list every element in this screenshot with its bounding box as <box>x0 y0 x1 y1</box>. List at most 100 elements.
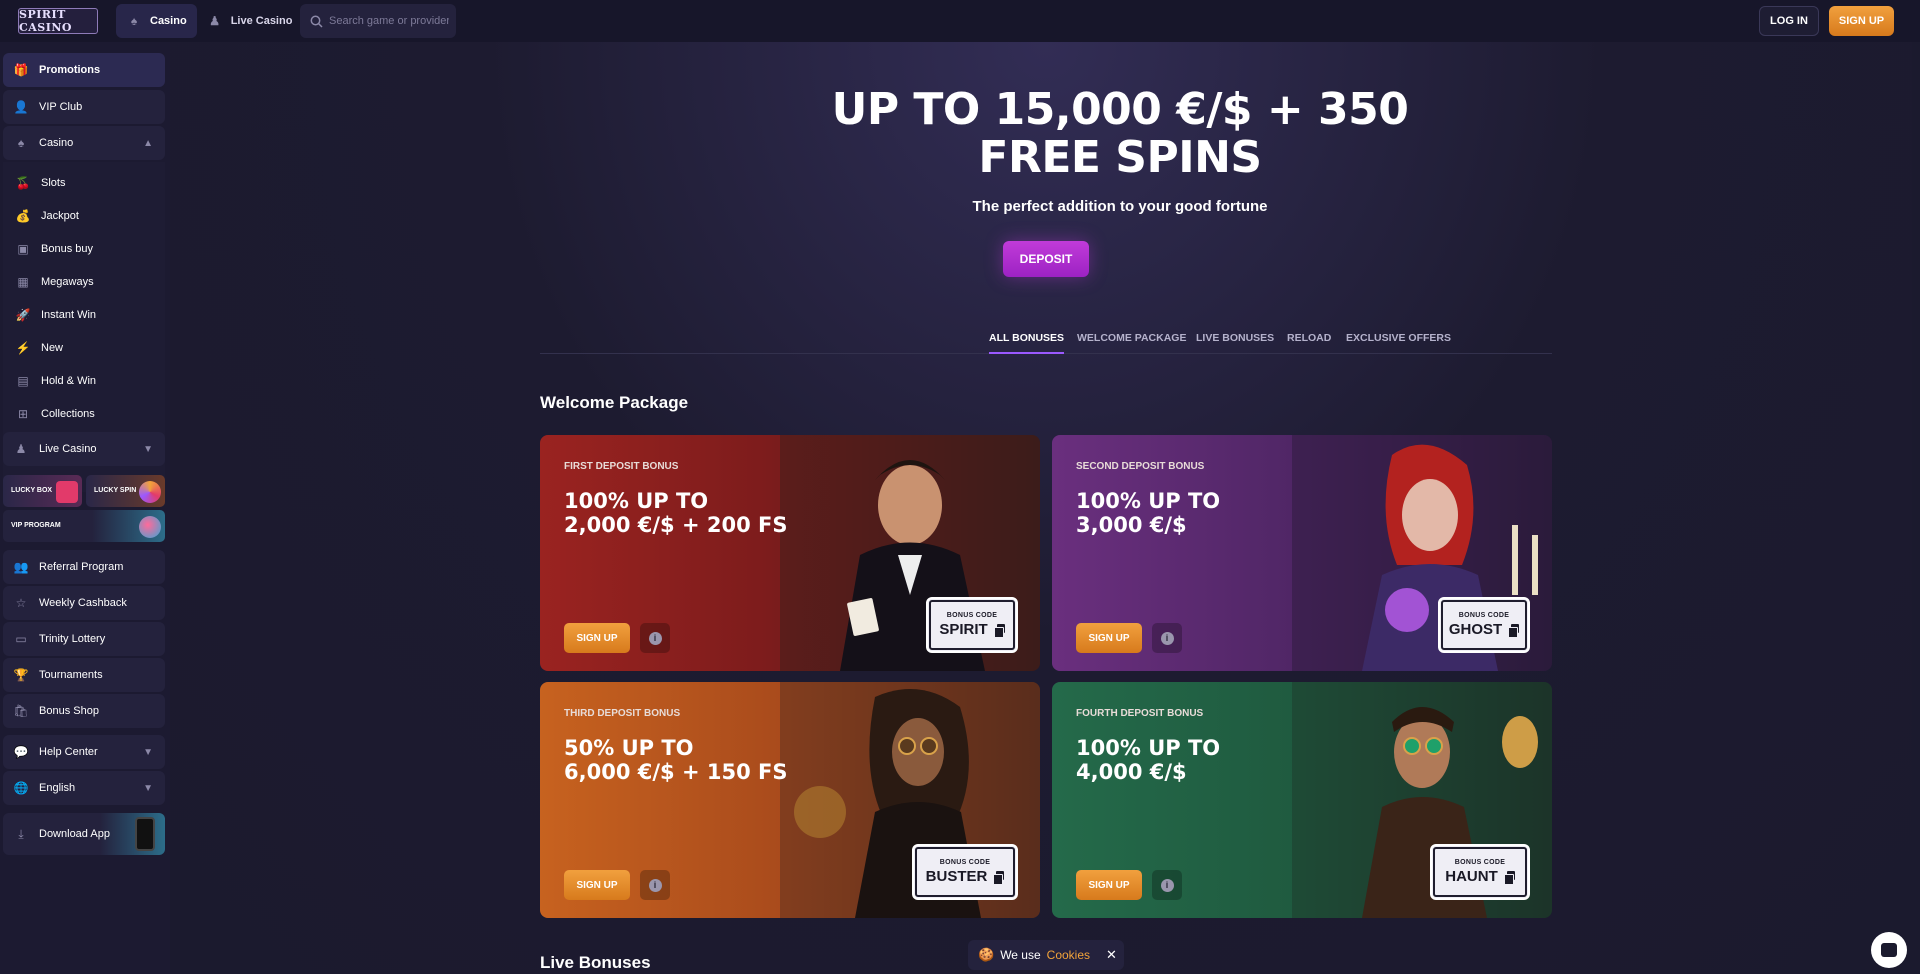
filter-all-bonuses[interactable]: ALL BONUSES <box>989 332 1065 354</box>
dealer-icon: ♟ <box>209 14 221 28</box>
tab-casino[interactable]: ♠ Casino <box>116 4 197 38</box>
bonus-headline-line2: 4,000 €/$ <box>1076 760 1187 784</box>
info-button[interactable]: i <box>1152 623 1182 653</box>
sidebar-item-jackpot[interactable]: 💰 Jackpot <box>15 206 79 226</box>
dealer-icon: ♟ <box>15 442 27 456</box>
sidebar-item-label: Collections <box>41 408 95 420</box>
bonus-code-text: GHOST <box>1448 621 1503 638</box>
bonus-headline-line2: 6,000 €/$ + 150 FS <box>564 760 788 784</box>
bonus-card-fourth: FOURTH DEPOSIT BONUS 100% UP TO 4,000 €/… <box>1052 682 1552 918</box>
lucky-spin-tile[interactable]: LUCKY SPIN <box>86 475 165 507</box>
bonus-label: THIRD DEPOSIT BONUS <box>564 708 681 719</box>
info-button[interactable]: i <box>640 870 670 900</box>
grid-icon: ▤ <box>17 374 29 388</box>
sidebar-item-tournaments[interactable]: 🏆 Tournaments <box>3 658 165 692</box>
sidebar-item-collections[interactable]: ⊞ Collections <box>15 404 95 424</box>
bonus-code-box[interactable]: BONUS CODE SPIRIT <box>926 597 1018 653</box>
deposit-button[interactable]: DEPOSIT <box>1003 241 1089 277</box>
signup-button[interactable]: SIGN UP <box>1829 6 1894 36</box>
bonus-headline-line1: 100% UP TO <box>1076 736 1221 760</box>
info-button[interactable]: i <box>640 623 670 653</box>
bonus-code-box[interactable]: BONUS CODE BUSTER <box>912 844 1018 900</box>
copy-icon[interactable] <box>993 870 1005 885</box>
close-icon[interactable]: ✕ <box>1106 947 1117 963</box>
sidebar-item-weekly-cashback[interactable]: ☆ Weekly Cashback <box>3 586 165 620</box>
bonus-headline-line1: 50% UP TO <box>564 736 694 760</box>
sidebar-item-hold-win[interactable]: ▤ Hold & Win <box>15 371 96 391</box>
card-signup-button[interactable]: SIGN UP <box>564 623 630 653</box>
bonus-label: FOURTH DEPOSIT BONUS <box>1076 708 1204 719</box>
download-app-button[interactable]: ⤓ Download App <box>3 813 165 855</box>
cookie-text: We use <box>1000 948 1041 962</box>
bonus-code-value: BUSTER <box>926 868 1005 885</box>
language-label: English <box>39 782 76 794</box>
login-button[interactable]: LOG IN <box>1759 6 1819 36</box>
chevron-up-icon: ▲ <box>143 137 153 149</box>
sidebar-item-casino[interactable]: ♠ Casino ▲ <box>3 126 165 160</box>
bonus-label: SECOND DEPOSIT BONUS <box>1076 461 1205 472</box>
sidebar-item-bonus-shop[interactable]: 🛍 Bonus Shop <box>3 694 165 728</box>
hero-subtitle: The perfect addition to your good fortun… <box>972 198 1268 215</box>
bonus-code-text: HAUNT <box>1445 868 1498 885</box>
welcome-package-title: Welcome Package <box>540 393 689 412</box>
sidebar-item-label: Trinity Lottery <box>39 633 106 645</box>
search-input[interactable] <box>329 15 449 27</box>
gift-box-icon <box>56 481 78 503</box>
sidebar-item-promotions[interactable]: 🎁 Promotions <box>3 53 165 87</box>
shop-bag-icon: 🛍 <box>13 704 29 718</box>
search-box[interactable] <box>300 4 456 38</box>
vip-program-label: VIP PROGRAM <box>11 522 61 529</box>
sidebar-item-slots[interactable]: 🍒 Slots <box>15 173 66 193</box>
lucky-box-tile[interactable]: LUCKY BOX <box>3 475 82 507</box>
sidebar-item-label: Referral Program <box>39 561 124 573</box>
cookies-link[interactable]: Cookies <box>1047 948 1090 962</box>
bonus-code-text: BUSTER <box>925 868 988 885</box>
sidebar-item-label: Slots <box>41 177 66 189</box>
scrollbar[interactable] <box>1912 42 1920 974</box>
sidebar-item-trinity-lottery[interactable]: ▭ Trinity Lottery <box>3 622 165 656</box>
sidebar-item-referral[interactable]: 👥 Referral Program <box>3 550 165 584</box>
copy-icon[interactable] <box>1503 870 1515 885</box>
sidebar-item-label: New <box>41 342 64 354</box>
sidebar-item-label: Weekly Cashback <box>39 597 127 609</box>
filter-reload[interactable]: RELOAD <box>1287 332 1331 344</box>
card-signup-button[interactable]: SIGN UP <box>1076 623 1142 653</box>
card-signup-button[interactable]: SIGN UP <box>564 870 630 900</box>
copy-icon[interactable] <box>1508 623 1520 638</box>
rocket-icon: 🚀 <box>15 308 31 322</box>
filter-welcome-package[interactable]: WELCOME PACKAGE <box>1077 332 1186 344</box>
bonus-code-box[interactable]: BONUS CODE GHOST <box>1438 597 1530 653</box>
chat-button[interactable] <box>1871 932 1907 968</box>
card-signup-button[interactable]: SIGN UP <box>1076 870 1142 900</box>
filter-exclusive-offers[interactable]: EXCLUSIVE OFFERS <box>1346 332 1451 344</box>
phone-icon <box>135 817 155 851</box>
bonus-code-label: BONUS CODE <box>1454 859 1506 866</box>
sidebar-item-live-casino[interactable]: ♟ Live Casino ▼ <box>3 432 165 466</box>
search-icon <box>310 15 323 28</box>
site-logo[interactable]: SPIRIT CASINO <box>18 8 98 34</box>
language-selector[interactable]: 🌐 English ▼ <box>3 771 165 805</box>
filter-live-bonuses[interactable]: LIVE BONUSES <box>1196 332 1274 344</box>
sidebar-item-instant-win[interactable]: 🚀 Instant Win <box>15 305 97 325</box>
sidebar-item-vip-club[interactable]: 👤 VIP Club <box>3 90 165 124</box>
hero-title-line2: FREE SPINS <box>978 132 1262 183</box>
info-icon: i <box>648 878 662 892</box>
tab-casino-label: Casino <box>150 15 187 27</box>
star-icon: ☆ <box>15 596 27 610</box>
wheel-icon <box>139 481 161 503</box>
bonus-code-box[interactable]: BONUS CODE HAUNT <box>1430 844 1530 900</box>
tab-live-casino[interactable]: ♟ Live Casino <box>197 4 303 38</box>
sidebar-item-megaways[interactable]: ▦ Megaways <box>15 272 93 292</box>
bonus-headline: 100% UP TO 4,000 €/$ <box>1076 736 1356 784</box>
bonus-label: FIRST DEPOSIT BONUS <box>564 461 679 472</box>
sidebar-item-new[interactable]: ⚡ New <box>15 338 64 358</box>
live-bonuses-title: Live Bonuses <box>540 953 651 972</box>
bonus-headline: 100% UP TO 3,000 €/$ <box>1076 489 1356 537</box>
collections-icon: ⊞ <box>17 407 29 421</box>
sidebar-item-bonus-buy[interactable]: ▣ Bonus buy <box>15 239 93 259</box>
vip-program-tile[interactable]: VIP PROGRAM <box>3 510 165 542</box>
sidebar-item-help-center[interactable]: 💬 Help Center ▼ <box>3 735 165 769</box>
bonus-headline-line2: 2,000 €/$ + 200 FS <box>564 513 788 537</box>
info-button[interactable]: i <box>1152 870 1182 900</box>
copy-icon[interactable] <box>993 623 1005 638</box>
